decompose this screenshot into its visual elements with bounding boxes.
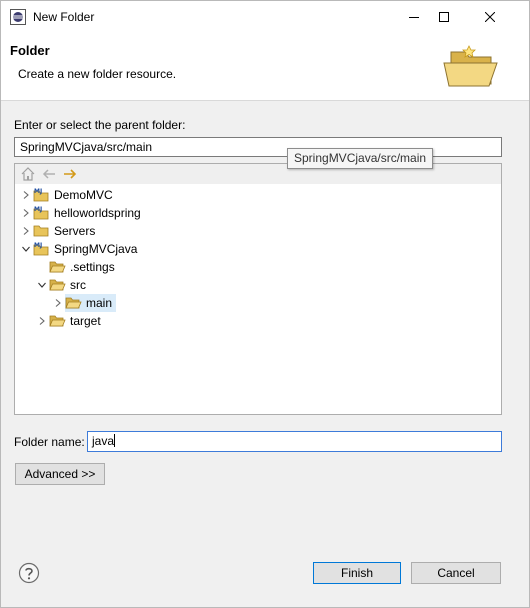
page-title: Folder <box>10 43 50 58</box>
tree-item-label: target <box>70 314 101 328</box>
selected-node: main <box>65 294 117 312</box>
new-folder-dialog: New Folder Folder Create a new folder re… <box>0 0 530 608</box>
folder-tree[interactable]: MJ DemoMVC MJ helloworldspring Servers M… <box>14 163 502 415</box>
chevron-right-icon[interactable] <box>35 312 49 330</box>
tree-item-label: src <box>70 278 86 292</box>
parent-folder-label: Enter or select the parent folder: <box>14 118 186 132</box>
folder-name-value: java <box>92 434 115 448</box>
folder-open-icon <box>49 261 66 273</box>
home-icon[interactable] <box>20 166 36 182</box>
chevron-right-icon[interactable] <box>51 294 65 312</box>
tree-item-label: helloworldspring <box>54 206 141 220</box>
path-tooltip: SpringMVCjava/src/main <box>287 148 434 169</box>
java-project-icon: MJ <box>33 188 49 202</box>
tree-item-main[interactable]: main <box>51 294 117 312</box>
window-title: New Folder <box>33 10 95 24</box>
svg-text:MJ: MJ <box>34 188 42 195</box>
java-project-icon: MJ <box>33 242 49 256</box>
close-button[interactable] <box>467 1 513 32</box>
tree-item-springmvcjava[interactable]: MJ SpringMVCjava <box>19 240 137 258</box>
chevron-right-icon[interactable] <box>19 186 33 204</box>
folder-open-icon <box>49 279 66 291</box>
tree-item-label: .settings <box>70 260 115 274</box>
tree-item-target[interactable]: target <box>35 312 101 330</box>
folder-open-icon <box>49 315 66 327</box>
tree-item-label: main <box>86 296 113 310</box>
title-bar: New Folder <box>1 1 529 32</box>
help-icon[interactable] <box>18 562 40 584</box>
new-folder-wizard-icon <box>443 45 498 87</box>
cancel-button[interactable]: Cancel <box>411 562 501 584</box>
folder-name-input[interactable]: java <box>87 431 502 452</box>
finish-button[interactable]: Finish <box>313 562 401 584</box>
text-caret <box>114 434 116 447</box>
chevron-right-icon[interactable] <box>19 204 33 222</box>
eclipse-app-icon <box>10 9 26 25</box>
minimize-icon <box>409 16 419 18</box>
folder-icon <box>33 225 49 237</box>
tree-item-servers[interactable]: Servers <box>19 222 95 240</box>
chevron-right-icon[interactable] <box>19 222 33 240</box>
folder-open-icon <box>65 297 82 309</box>
chevron-down-icon[interactable] <box>35 276 49 294</box>
forward-arrow-icon[interactable] <box>62 166 78 182</box>
maximize-button[interactable] <box>421 1 467 32</box>
tree-item-label: SpringMVCjava <box>54 242 138 256</box>
maximize-icon <box>439 11 449 22</box>
tree-item-label: DemoMVC <box>54 188 113 202</box>
chevron-down-icon[interactable] <box>19 240 33 258</box>
svg-text:MJ: MJ <box>34 206 42 213</box>
close-icon <box>485 11 495 22</box>
advanced-button[interactable]: Advanced >> <box>15 463 105 485</box>
page-description: Create a new folder resource. <box>18 67 177 81</box>
folder-name-label: Folder name: <box>14 435 85 449</box>
back-arrow-icon[interactable] <box>41 166 57 182</box>
tree-item-demomvc[interactable]: MJ DemoMVC <box>19 186 113 204</box>
tree-item-label: Servers <box>54 224 96 238</box>
svg-text:MJ: MJ <box>34 242 42 249</box>
tree-item-helloworldspring[interactable]: MJ helloworldspring <box>19 204 141 222</box>
tree-item-src[interactable]: src <box>35 276 86 294</box>
header-banner: Folder Create a new folder resource. <box>1 32 529 101</box>
java-project-icon: MJ <box>33 206 49 220</box>
tree-item-settings[interactable]: .settings <box>35 258 115 276</box>
